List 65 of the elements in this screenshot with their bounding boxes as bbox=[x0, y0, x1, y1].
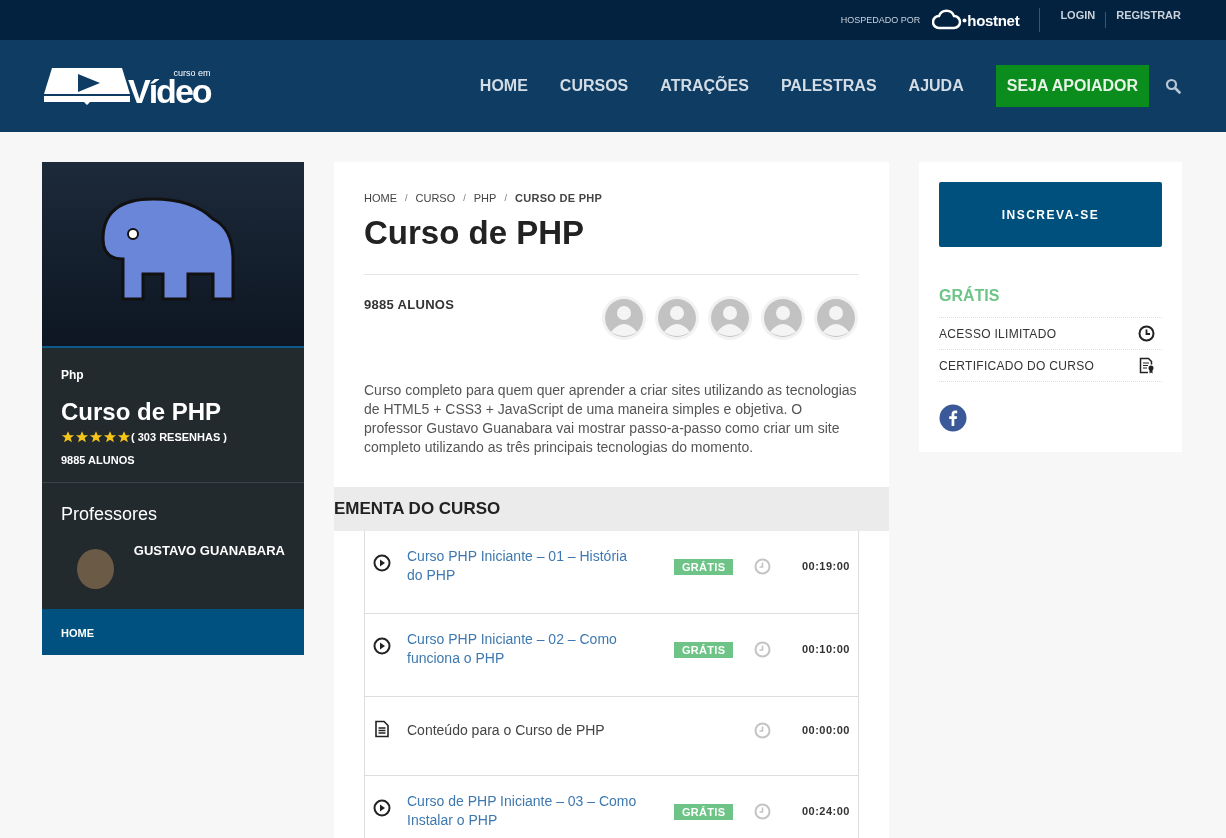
category-label: Php bbox=[61, 368, 85, 382]
nav-link[interactable]: ATRAÇÕES bbox=[660, 77, 749, 95]
top-link[interactable]: REGISTRAR bbox=[1116, 9, 1181, 21]
teacher-avatar bbox=[77, 549, 114, 589]
enroll-button[interactable]: INSCREVA-SE bbox=[939, 182, 1162, 247]
nav-link[interactable]: AJUDA bbox=[908, 77, 964, 95]
document-icon bbox=[373, 720, 391, 738]
student-count: 9885 ALUNOS bbox=[364, 297, 455, 314]
lesson-duration: 00:10:00 bbox=[800, 643, 850, 655]
lesson-link[interactable]: Curso PHP Iniciante – 01 – História do PHP bbox=[407, 547, 674, 585]
hosted-by-label: HOSPEDADO POR bbox=[840, 15, 921, 25]
facebook-icon[interactable] bbox=[939, 404, 967, 432]
lesson-link[interactable]: Curso PHP Iniciante – 02 – Como funciona o PHP bbox=[407, 630, 674, 668]
syllabus-heading: EMENTA DO CURSO bbox=[334, 499, 501, 519]
user-avatar-icon bbox=[601, 295, 647, 341]
price-label: GRÁTIS bbox=[939, 287, 1001, 305]
lesson-duration: 00:00:00 bbox=[800, 724, 850, 736]
dot-icon bbox=[962, 17, 968, 23]
play-circle-icon bbox=[373, 554, 391, 572]
sidebar-menu-item[interactable]: HOME bbox=[61, 627, 94, 639]
breadcrumb-link[interactable]: PHP bbox=[473, 192, 497, 204]
feature-label: ACESSO ILIMITADO bbox=[939, 326, 1057, 341]
clock-icon bbox=[754, 640, 771, 658]
breadcrumb-separator: / bbox=[504, 193, 507, 203]
user-avatar-icon bbox=[760, 295, 806, 341]
student-count: 9885 ALUNOS bbox=[61, 454, 136, 466]
clock-icon bbox=[1138, 325, 1155, 342]
user-avatar-icon bbox=[707, 295, 753, 341]
feature-label: CERTIFICADO DO CURSO bbox=[939, 358, 1095, 373]
nav-link[interactable]: HOME bbox=[479, 77, 528, 95]
breadcrumb-separator: / bbox=[405, 193, 408, 203]
nav-link[interactable]: PALESTRAS bbox=[780, 77, 877, 95]
breadcrumb-link[interactable]: CURSO DE PHP bbox=[514, 192, 603, 204]
breadcrumb-separator: / bbox=[463, 193, 466, 203]
search-icon[interactable] bbox=[1165, 78, 1181, 94]
host-name: hostnet bbox=[967, 11, 1020, 29]
lesson-title: Conteúdo para o Curso de PHP bbox=[407, 720, 606, 740]
review-count: ( 303 RESENHAS ) bbox=[131, 431, 227, 443]
teachers-heading: Professores bbox=[61, 504, 159, 525]
support-button[interactable]: SEJA APOIADOR bbox=[995, 65, 1149, 107]
certificate-icon bbox=[1138, 357, 1155, 374]
clock-icon bbox=[754, 721, 771, 739]
nav-link[interactable]: CURSOS bbox=[559, 77, 629, 95]
play-circle-icon bbox=[373, 637, 391, 655]
cloud-icon bbox=[932, 9, 963, 31]
top-link[interactable]: LOGIN bbox=[1060, 9, 1096, 21]
lesson-duration: 00:19:00 bbox=[800, 560, 850, 572]
page-title: Curso de PHP bbox=[364, 214, 586, 252]
course-title: Curso de PHP bbox=[61, 398, 223, 426]
clock-icon bbox=[754, 802, 771, 820]
user-avatar-icon bbox=[654, 295, 700, 341]
free-badge: GRÁTIS bbox=[674, 642, 734, 658]
free-badge: GRÁTIS bbox=[674, 804, 734, 820]
course-description: Curso completo para quem quer aprender a criar sites utilizando as tecnologias de HTML5 + CSS3 + JavaScript de uma maneira simples e objetiva. O professor Gustavo Guanabara vai mostrar passo-a-passo como criar um site completo utilizando as três principais tecnologias do momento. bbox=[364, 381, 858, 457]
user-avatar-icon bbox=[813, 295, 859, 341]
lesson-link[interactable]: Curso de PHP Iniciante – 03 – Como Instalar o PHP bbox=[407, 792, 674, 830]
lesson-duration: 00:24:00 bbox=[800, 805, 850, 817]
host-logo[interactable]: hostnet bbox=[932, 9, 1020, 31]
free-badge: GRÁTIS bbox=[674, 559, 734, 575]
logo-small-text: curso em bbox=[173, 69, 211, 78]
play-circle-icon bbox=[373, 799, 391, 817]
teacher-name[interactable]: GUSTAVO GUANABARA bbox=[133, 543, 285, 558]
clock-icon bbox=[754, 557, 771, 575]
breadcrumb-link[interactable]: CURSO bbox=[415, 192, 456, 204]
breadcrumb-link[interactable]: HOME bbox=[364, 192, 397, 204]
